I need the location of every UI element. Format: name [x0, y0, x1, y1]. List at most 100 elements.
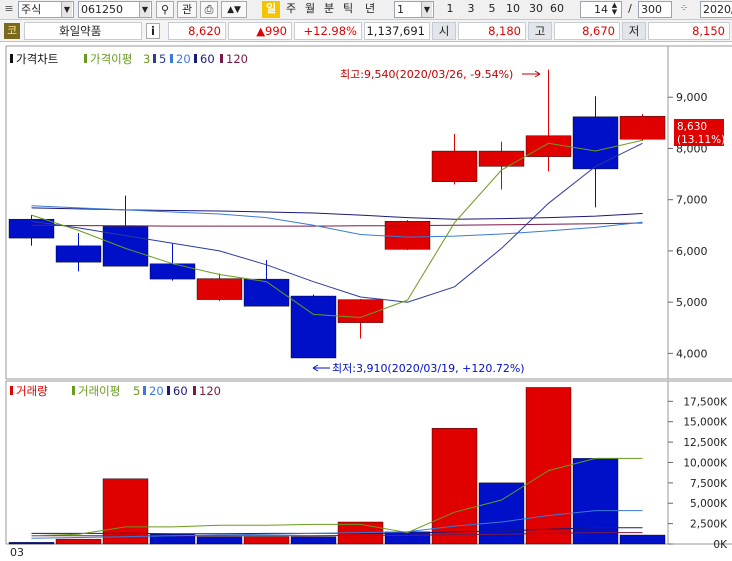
chevron-down-icon: ▼ — [61, 2, 72, 17]
quick-unit-1[interactable]: 1 — [441, 1, 459, 18]
market-select[interactable]: 주식 ▼ — [18, 1, 74, 18]
legend-vol-ma5: 5 — [133, 384, 140, 398]
relation-button[interactable]: 관 — [177, 1, 197, 18]
low-label: 저 — [622, 22, 646, 40]
volume-box: 1,137,691 — [364, 22, 430, 40]
volume-tick-label: 15,000K — [683, 417, 728, 429]
quick-unit-5[interactable]: 5 — [483, 1, 501, 18]
price-change: ▲990 — [256, 24, 287, 38]
chart-toolbar: ≡ 주식 ▼ 061250 ▼ ⚲ 관 ⎙ ▲▼ 일 주 월 분 틱 년 1 ▼… — [0, 0, 732, 20]
tab-week[interactable]: 주 — [283, 1, 299, 18]
candle-up — [478, 150, 525, 167]
volume-tick-label: 12,500K — [683, 437, 728, 449]
tab-tick[interactable]: 틱 — [340, 1, 356, 18]
unit-select[interactable]: 1 ▼ — [394, 1, 434, 18]
updown-icon[interactable]: ▲▼ — [221, 1, 247, 18]
high-price: 8,670 — [582, 24, 615, 38]
legend-swatch-ma20 — [170, 54, 173, 63]
change-pct-box: +12.98% — [294, 22, 362, 40]
quick-unit-3[interactable]: 3 — [462, 1, 480, 18]
legend-swatch-vol-ma60 — [167, 386, 170, 395]
market-select-value: 주식 — [21, 3, 42, 16]
legend-ma3: 3 — [143, 52, 150, 66]
candle-up — [196, 278, 243, 300]
quick-unit-60[interactable]: 60 — [547, 1, 567, 18]
candle-up — [337, 299, 384, 323]
price-change-pct: +12.98% — [303, 24, 358, 38]
volume-tick-label: 10,000K — [683, 457, 728, 469]
legend-vol-ma120: 120 — [199, 384, 221, 398]
change-box: ▲990 — [228, 22, 292, 40]
legend-ma120: 120 — [226, 52, 248, 66]
legend-swatch-ma120 — [220, 54, 223, 63]
legend-swatch-ma — [84, 54, 87, 63]
high-label: 고 — [528, 22, 552, 40]
legend-ma60: 60 — [200, 52, 215, 66]
volume-tick-label: 7,500K — [690, 478, 728, 490]
volume-legend: 거래량 거래이평 5 20 60 120 — [10, 384, 221, 398]
candle-down — [55, 245, 102, 263]
open-box: 8,180 — [458, 22, 526, 40]
candle-up — [619, 115, 666, 140]
volume-bar — [102, 478, 149, 545]
unit-select-value: 1 — [397, 3, 404, 16]
tab-month[interactable]: 월 — [302, 1, 318, 18]
current-price-tag-value: 8,630 — [677, 121, 707, 133]
chevron-down-icon: ▼ — [139, 2, 150, 17]
volume-tick-label: 2,500K — [690, 519, 728, 531]
legend-volume-ma: 거래이평 — [78, 384, 120, 398]
legend-price-chart: 가격차트 — [16, 52, 58, 66]
quick-unit-30[interactable]: 30 — [526, 1, 546, 18]
quick-unit-10[interactable]: 10 — [503, 1, 523, 18]
max-price-annotation: 최고:9,540(2020/03/26, -9.54%) — [340, 68, 513, 81]
volume-bar — [8, 542, 55, 545]
volume-bar — [431, 428, 478, 545]
date-input[interactable]: 2020/ — [700, 1, 732, 18]
volume-bar — [55, 538, 102, 545]
price-tick-label: 4,000 — [676, 347, 708, 360]
stock-code-value: 061250 — [81, 3, 123, 16]
trade-volume: 1,137,691 — [366, 24, 425, 38]
volume-bar — [525, 387, 572, 545]
price-box: 8,620 — [168, 22, 226, 40]
price-tick-label: 9,000 — [676, 91, 708, 104]
high-box: 8,670 — [554, 22, 620, 40]
stock-code-input[interactable]: 061250 ▼ — [78, 1, 152, 18]
current-price-tag-pct: (13.11%) — [677, 134, 725, 146]
display-count-value: 14 — [594, 3, 608, 16]
candle-down — [102, 226, 149, 267]
legend-swatch-vol-ma20 — [143, 386, 146, 395]
display-count-input[interactable]: 14 ▲ ▼ — [580, 1, 622, 18]
current-price: 8,620 — [188, 24, 221, 38]
spinner-icon[interactable]: ▲ ▼ — [609, 2, 620, 17]
min-price-annotation: 최저:3,910(2020/03/19, +120.72%) — [332, 362, 525, 375]
candle-down — [572, 116, 619, 170]
legend-swatch-vol-ma120 — [193, 386, 196, 395]
legend-vol-ma20: 20 — [149, 384, 164, 398]
price-tick-label: 5,000 — [676, 296, 708, 309]
legend-vol-ma60: 60 — [173, 384, 188, 398]
tab-minute[interactable]: 분 — [321, 1, 337, 18]
volume-tick-label: 5,000K — [690, 498, 728, 510]
volume-bar — [196, 536, 243, 545]
grid-settings-icon[interactable]: ⁘ — [676, 1, 692, 18]
legend-ma20: 20 — [176, 52, 191, 66]
total-count-input[interactable]: 300 — [638, 1, 672, 18]
volume-bar — [619, 534, 666, 545]
x-axis-start-label: 03 — [10, 546, 24, 559]
search-icon[interactable]: ⚲ — [156, 1, 174, 18]
menu-icon[interactable]: ≡ — [2, 1, 16, 18]
stock-chart: 가격차트 가격이평 3 5 20 60 120 거래량 거래이평 5 20 60… — [0, 45, 732, 559]
total-count-value: 300 — [641, 3, 662, 16]
price-panel-bg — [0, 46, 732, 379]
open-label: 시 — [432, 22, 456, 40]
legend-swatch-ma60 — [194, 54, 197, 63]
info-button[interactable]: i — [146, 23, 160, 39]
kosdaq-badge: 코 — [4, 23, 20, 39]
tab-year[interactable]: 년 — [359, 1, 381, 18]
tab-day[interactable]: 일 — [262, 1, 280, 18]
candle-down — [149, 263, 196, 280]
quote-bar: 코 화일약품 i 8,620 ▲990 +12.98% 1,137,691 시 … — [0, 20, 732, 42]
legend-ma5: 5 — [159, 52, 166, 66]
print-icon[interactable]: ⎙ — [200, 1, 218, 18]
